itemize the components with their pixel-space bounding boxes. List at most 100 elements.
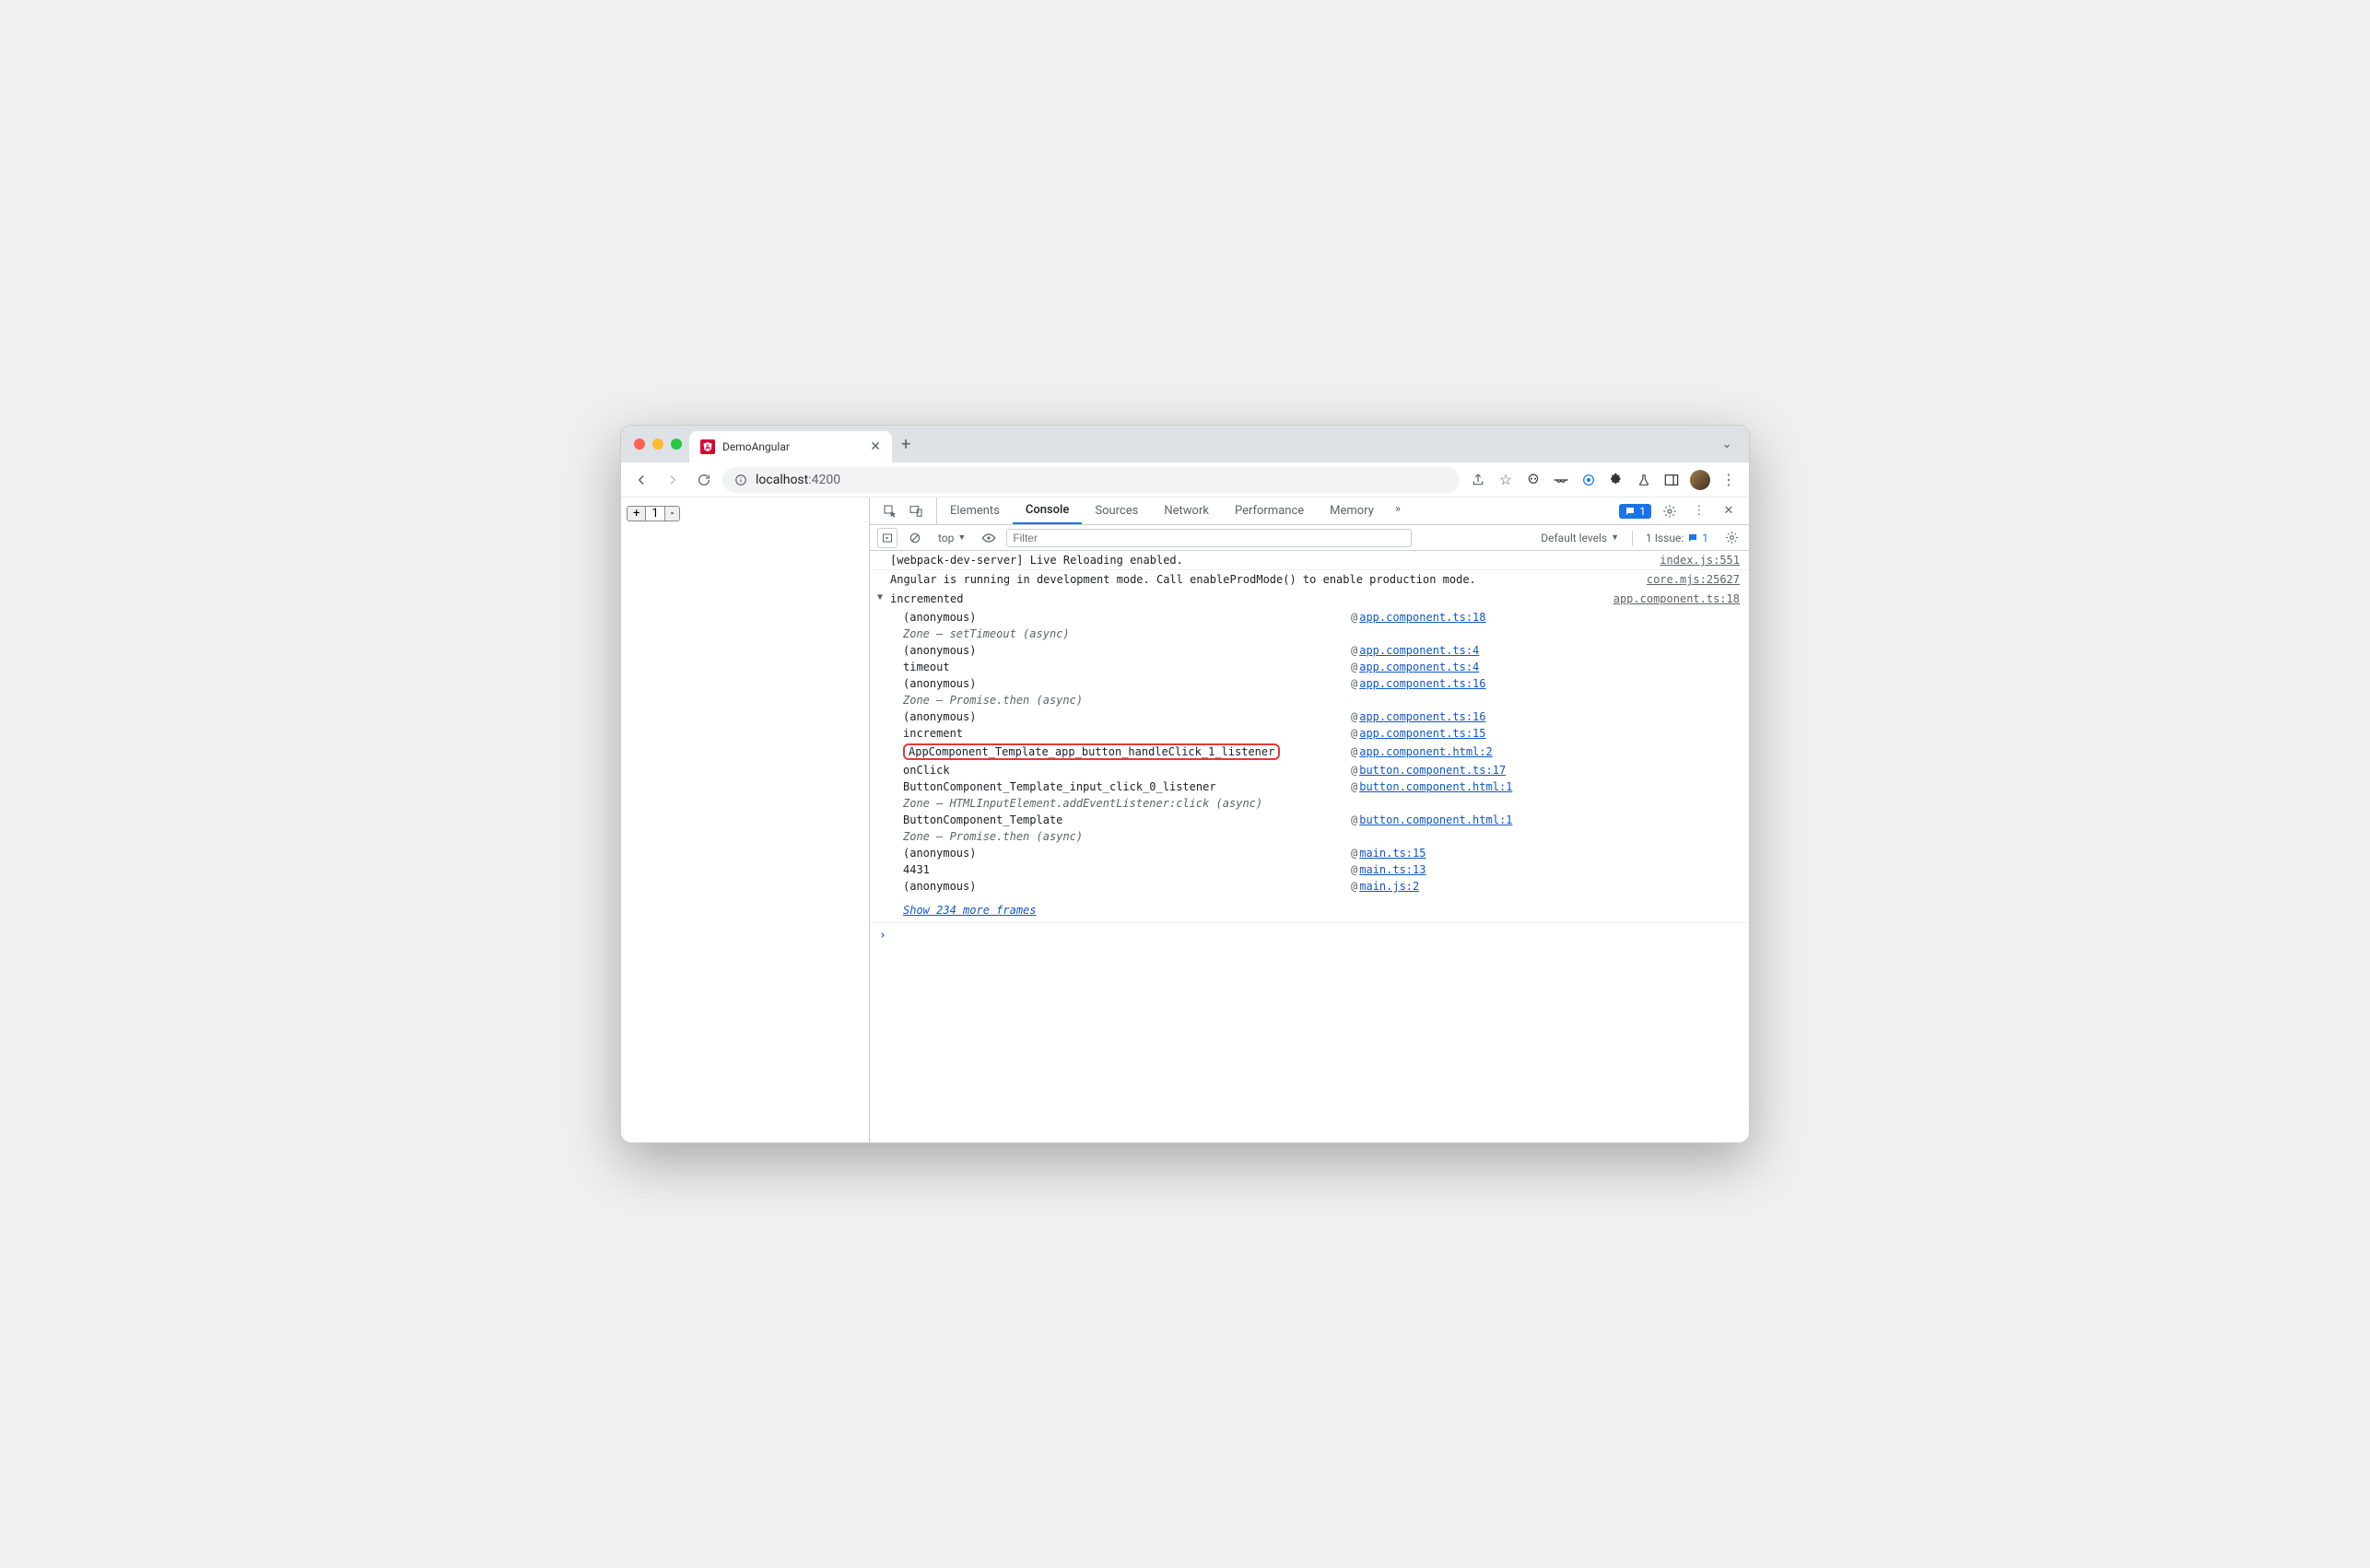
stack-function: (anonymous) xyxy=(903,677,1351,690)
caret-down-icon[interactable]: ▼ xyxy=(877,592,890,603)
clear-console-icon[interactable] xyxy=(905,528,925,548)
tab-close-icon[interactable]: ✕ xyxy=(870,439,881,454)
site-info-icon[interactable] xyxy=(733,473,748,487)
stack-at: @ xyxy=(1351,780,1359,793)
trace-title: incremented xyxy=(890,592,1613,605)
stack-frame: Zone — HTMLInputElement.addEventListener… xyxy=(903,795,1740,812)
tab-network[interactable]: Network xyxy=(1151,497,1222,524)
stack-frame: (anonymous)@ app.component.ts:16 xyxy=(903,708,1740,725)
trace-group: ▼ incremented app.component.ts:18 (anony… xyxy=(870,589,1749,923)
log-message: [webpack-dev-server] Live Reloading enab… xyxy=(890,554,1660,567)
stack-source-link[interactable]: button.component.html:1 xyxy=(1359,813,1512,826)
log-source-link[interactable]: core.mjs:25627 xyxy=(1647,573,1740,586)
stack-at: @ xyxy=(1351,863,1359,876)
tab-memory[interactable]: Memory xyxy=(1317,497,1387,524)
console-filter[interactable] xyxy=(1006,529,1412,547)
stack-source-link[interactable]: app.component.ts:4 xyxy=(1359,644,1479,657)
reload-button[interactable] xyxy=(691,467,717,493)
new-tab-button[interactable]: + xyxy=(901,435,910,454)
labs-flask-icon[interactable] xyxy=(1635,471,1653,489)
forward-button[interactable] xyxy=(660,467,686,493)
stack-source-link[interactable]: app.component.ts:4 xyxy=(1359,661,1479,673)
stack-frame: (anonymous)@ main.ts:15 xyxy=(903,845,1740,861)
tab-performance[interactable]: Performance xyxy=(1222,497,1317,524)
device-toggle-icon[interactable] xyxy=(905,500,927,522)
execution-context[interactable]: top ▼ xyxy=(933,532,971,544)
devtools-panel: Elements Console Sources Network Perform… xyxy=(870,497,1749,1142)
tab-console[interactable]: Console xyxy=(1013,497,1082,524)
stack-frame: ButtonComponent_Template_input_click_0_l… xyxy=(903,778,1740,795)
prompt-caret-icon: › xyxy=(879,929,892,942)
extension-eye-icon[interactable] xyxy=(1579,471,1598,489)
stack-source-link[interactable]: main.ts:13 xyxy=(1359,863,1426,876)
console-toolbar: top ▼ Default levels ▼ 1 Issue: 1 xyxy=(870,525,1749,551)
inspect-element-icon[interactable] xyxy=(879,500,901,522)
stack-source-link[interactable]: main.js:2 xyxy=(1359,880,1419,893)
stack-at: @ xyxy=(1351,745,1359,758)
share-icon[interactable] xyxy=(1469,471,1487,489)
stack-source-link[interactable]: button.component.html:1 xyxy=(1359,780,1512,793)
stack-function: timeout xyxy=(903,661,1351,673)
close-window-button[interactable] xyxy=(634,439,645,450)
stack-function: (anonymous) xyxy=(903,710,1351,723)
side-panel-icon[interactable] xyxy=(1662,471,1681,489)
browser-window: DemoAngular ✕ + ⌄ localhost:4200 ☆ xyxy=(620,425,1750,1143)
trace-header[interactable]: ▼ incremented app.component.ts:18 xyxy=(890,589,1749,609)
stack-trace: (anonymous)@ app.component.ts:18Zone — s… xyxy=(890,609,1749,900)
back-button[interactable] xyxy=(628,467,654,493)
decrement-button[interactable]: - xyxy=(665,507,680,521)
tab-elements[interactable]: Elements xyxy=(937,497,1013,524)
extension-incognito-icon[interactable] xyxy=(1552,471,1570,489)
browser-tab[interactable]: DemoAngular ✕ xyxy=(689,431,892,462)
stack-frame: (anonymous)@ app.component.ts:18 xyxy=(903,609,1740,626)
console-filter-input[interactable] xyxy=(1013,532,1405,544)
tabs-more-icon[interactable]: » xyxy=(1387,497,1409,520)
stack-source-link[interactable]: app.component.ts:15 xyxy=(1359,727,1485,740)
increment-button[interactable]: + xyxy=(628,507,646,521)
stack-source-link[interactable]: app.component.ts:18 xyxy=(1359,611,1485,624)
stack-function: ButtonComponent_Template_input_click_0_l… xyxy=(903,780,1351,793)
log-source-link[interactable]: index.js:551 xyxy=(1660,554,1740,567)
stack-source-link[interactable]: app.component.html:2 xyxy=(1359,745,1493,758)
maximize-window-button[interactable] xyxy=(671,439,682,450)
devtools-menu-icon[interactable]: ⋮ xyxy=(1688,500,1710,522)
console-sidebar-toggle-icon[interactable] xyxy=(877,528,898,548)
minimize-window-button[interactable] xyxy=(652,439,663,450)
issues-indicator[interactable]: 1 Issue: 1 xyxy=(1640,532,1714,544)
devtools-settings-icon[interactable] xyxy=(1659,500,1681,522)
stack-frame: (anonymous)@ main.js:2 xyxy=(903,878,1740,895)
live-expression-icon[interactable] xyxy=(979,528,999,548)
stack-frame: Zone — Promise.then (async) xyxy=(903,692,1740,708)
stack-at: @ xyxy=(1351,727,1359,740)
stack-frame: timeout@ app.component.ts:4 xyxy=(903,659,1740,675)
stack-frame: 4431@ main.ts:13 xyxy=(903,861,1740,878)
counter-widget: + 1 - xyxy=(627,506,680,521)
stack-source-link[interactable]: button.component.ts:17 xyxy=(1359,764,1506,777)
profile-avatar[interactable] xyxy=(1690,470,1710,490)
stack-source-link[interactable]: app.component.ts:16 xyxy=(1359,710,1485,723)
trace-source-link[interactable]: app.component.ts:18 xyxy=(1613,592,1740,605)
tab-sources[interactable]: Sources xyxy=(1082,497,1151,524)
toolbar-icons: ☆ ⋮ xyxy=(1465,470,1742,490)
traffic-lights xyxy=(630,439,689,450)
tab-bar: DemoAngular ✕ + ⌄ xyxy=(621,426,1749,462)
show-more-frames[interactable]: Show 234 more frames xyxy=(890,900,1749,922)
angular-icon xyxy=(700,439,715,454)
stack-function: onClick xyxy=(903,764,1351,777)
messages-badge[interactable]: 1 xyxy=(1619,504,1651,519)
extension-skull-icon[interactable] xyxy=(1524,471,1543,489)
url-host: localhost:4200 xyxy=(756,473,840,487)
extensions-puzzle-icon[interactable] xyxy=(1607,471,1625,489)
stack-at: @ xyxy=(1351,710,1359,723)
stack-at: @ xyxy=(1351,813,1359,826)
bookmark-icon[interactable]: ☆ xyxy=(1496,471,1515,489)
stack-source-link[interactable]: main.ts:15 xyxy=(1359,847,1426,860)
url-field[interactable]: localhost:4200 xyxy=(722,467,1460,493)
console-prompt[interactable]: › xyxy=(870,923,1749,948)
devtools-close-icon[interactable]: ✕ xyxy=(1718,500,1740,522)
log-levels-dropdown[interactable]: Default levels ▼ xyxy=(1535,532,1625,544)
browser-menu-icon[interactable]: ⋮ xyxy=(1719,471,1738,489)
tabs-overflow-button[interactable]: ⌄ xyxy=(1721,437,1740,451)
stack-source-link[interactable]: app.component.ts:16 xyxy=(1359,677,1485,690)
console-settings-icon[interactable] xyxy=(1721,528,1742,548)
